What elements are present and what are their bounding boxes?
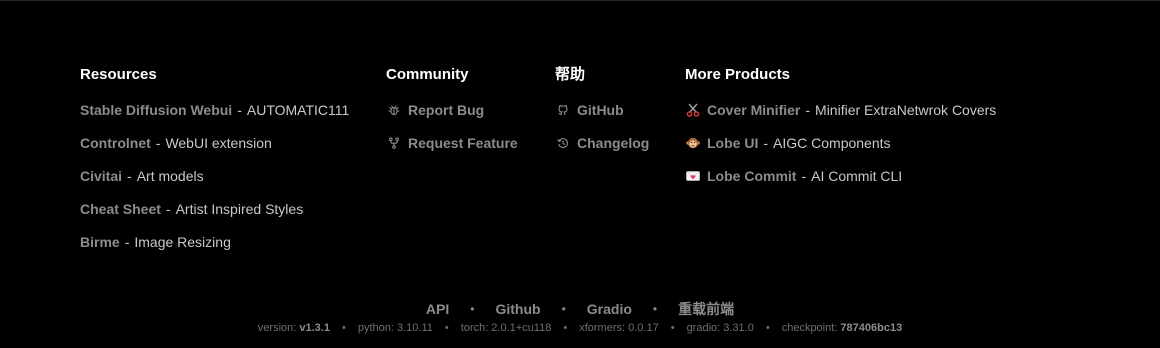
scissors-icon (685, 102, 701, 118)
help-title: 帮助 (555, 66, 586, 83)
github-link[interactable]: GitHub (577, 101, 624, 119)
github-footer-link[interactable]: Github (495, 301, 540, 317)
resource-item: Stable Diffusion Webui - AUTOMATIC111 (80, 101, 349, 119)
checkpoint-label: checkpoint: (781, 322, 838, 334)
cover-minifier-link[interactable]: Cover Minifier (707, 101, 800, 119)
footer-links: API • Github • Gradio • 重载前端 (0, 300, 1160, 318)
resource-link-sd-webui[interactable]: Stable Diffusion Webui (80, 101, 232, 119)
python-version: python: 3.10.11 (357, 322, 433, 334)
github-icon (555, 102, 571, 118)
lobe-ui-link[interactable]: Lobe UI (707, 134, 758, 152)
resource-link-cheat-sheet[interactable]: Cheat Sheet (80, 200, 161, 218)
community-item-report-bug[interactable]: Report Bug (386, 101, 518, 119)
resource-link-birme[interactable]: Birme (80, 233, 120, 251)
version-value: v1.3.1 (299, 322, 330, 334)
lobe-commit-link[interactable]: Lobe Commit (707, 167, 796, 185)
community-title: Community (386, 66, 469, 83)
changelog-link[interactable]: Changelog (577, 134, 649, 152)
separator: - (763, 135, 769, 151)
bug-icon (386, 102, 402, 118)
resource-desc: Artist Inspired Styles (175, 201, 304, 217)
separator-dot: • (341, 322, 346, 334)
resource-desc: Image Resizing (134, 234, 231, 250)
monkey-face-icon (685, 135, 701, 151)
separator-dot: • (470, 302, 475, 316)
separator: - (165, 201, 171, 217)
resource-desc: Art models (136, 168, 204, 184)
resource-link-controlnet[interactable]: Controlnet (80, 134, 151, 152)
resource-desc: WebUI extension (165, 135, 272, 151)
help-item-changelog[interactable]: Changelog (555, 134, 649, 152)
resource-link-civitai[interactable]: Civitai (80, 167, 122, 185)
product-item-cover-minifier: Cover Minifier - Minifier ExtraNetwrok C… (685, 101, 996, 119)
report-bug-link[interactable]: Report Bug (408, 101, 484, 119)
history-icon (555, 135, 571, 151)
request-feature-link[interactable]: Request Feature (408, 134, 518, 152)
product-item-lobe-commit: Lobe Commit - AI Commit CLI (685, 167, 996, 185)
help-item-github[interactable]: GitHub (555, 101, 649, 119)
version-label: version: (257, 322, 297, 334)
torch-version: torch: 2.0.1+cu118 (460, 322, 552, 334)
resource-item: Birme - Image Resizing (80, 233, 349, 251)
resource-item: Controlnet - WebUI extension (80, 134, 349, 152)
separator-dot: • (670, 322, 675, 334)
community-item-request-feature[interactable]: Request Feature (386, 134, 518, 152)
checkpoint-value: 787406bc13 (840, 322, 903, 334)
separator: - (155, 135, 161, 151)
love-letter-icon (685, 168, 701, 184)
community-column: Community Report Bug Request Feature (386, 66, 518, 167)
git-fork-icon (386, 135, 402, 151)
help-column: 帮助 GitHub Changelog (555, 66, 649, 167)
version-info: version: v1.3.1 • python: 3.10.11 • torc… (0, 321, 1160, 335)
resources-column: Resources Stable Diffusion Webui - AUTOM… (80, 66, 349, 266)
resources-title: Resources (80, 66, 157, 83)
product-desc: AIGC Components (773, 135, 891, 151)
gradio-link[interactable]: Gradio (587, 301, 632, 317)
resource-item: Cheat Sheet - Artist Inspired Styles (80, 200, 349, 218)
separator-dot: • (765, 322, 770, 334)
separator-dot: • (563, 322, 568, 334)
top-divider (0, 0, 1160, 1)
resource-item: Civitai - Art models (80, 167, 349, 185)
separator: - (124, 234, 130, 250)
more-products-title: More Products (685, 66, 791, 83)
separator-dot: • (561, 302, 566, 316)
reload-ui-link[interactable]: 重载前端 (678, 299, 734, 319)
product-desc: AI Commit CLI (811, 168, 903, 184)
separator-dot: • (444, 322, 449, 334)
separator: - (801, 168, 807, 184)
more-products-column: More Products Cover Minifier - Minifier … (685, 66, 996, 200)
product-item-lobe-ui: Lobe UI - AIGC Components (685, 134, 996, 152)
api-link[interactable]: API (426, 301, 449, 317)
separator: - (805, 102, 811, 118)
separator: - (237, 102, 242, 118)
xformers-version: xformers: 0.0.17 (579, 322, 659, 334)
product-desc: Minifier ExtraNetwrok Covers (815, 102, 997, 118)
separator: - (127, 168, 132, 184)
separator-dot: • (652, 302, 658, 316)
gradio-version: gradio: 3.31.0 (686, 322, 754, 334)
resource-desc: AUTOMATIC111 (246, 102, 350, 118)
